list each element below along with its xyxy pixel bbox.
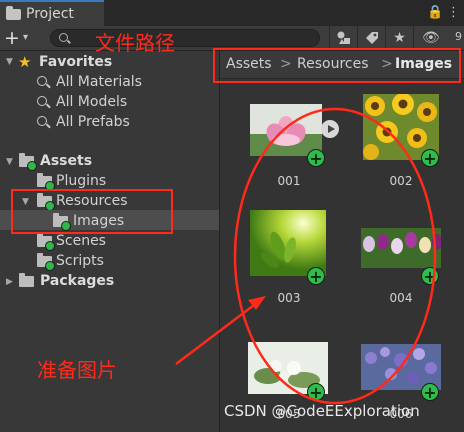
annotation-arrow-line — [175, 301, 259, 365]
watermark: CSDN @CodeEExploration — [224, 402, 420, 420]
annotation-grid-ellipse — [233, 107, 437, 405]
annotation-overlay — [175, 107, 437, 405]
